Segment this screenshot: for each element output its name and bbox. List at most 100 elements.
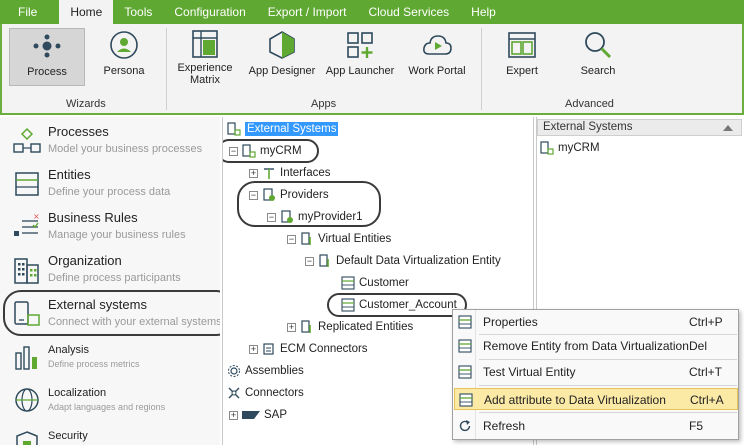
menu-separator (479, 385, 737, 386)
context-menu-remove-entity-shortcut: Del (689, 339, 708, 353)
nav-item-analysis-title: Analysis (48, 344, 89, 356)
right-panel-header[interactable]: External Systems (537, 119, 742, 136)
group-separator (166, 28, 167, 110)
tree-node-replicated-entities[interactable]: + Replicated Entities (287, 317, 413, 337)
nav-item-external-systems-title: External systems (48, 297, 147, 312)
properties-icon (457, 314, 473, 330)
nav-item-business-rules-subtitle: Manage your business rules (48, 229, 186, 241)
svg-text:×: × (33, 213, 40, 221)
tree-node-interfaces[interactable]: + Interfaces (249, 163, 331, 183)
app-designer-button[interactable]: App Designer (244, 28, 320, 86)
tree-node-interfaces-label: Interfaces (280, 167, 331, 179)
sap-logo-icon (242, 408, 260, 422)
menu-home[interactable]: Home (59, 0, 114, 24)
nav-item-processes-subtitle: Model your business processes (48, 143, 203, 155)
nav-item-external-systems[interactable]: External systems Connect with your exter… (0, 293, 220, 336)
virtual-entities-icon (300, 232, 314, 246)
context-menu-properties-label: Properties (483, 315, 538, 329)
nav-item-analysis[interactable]: Analysis Define process metrics (0, 336, 220, 379)
refresh-icon (457, 418, 473, 434)
search-label: Search (580, 65, 616, 77)
app-designer-label: App Designer (248, 65, 316, 77)
context-menu-remove-entity-label: Remove Entity from Data Virtualization (483, 339, 689, 353)
search-button[interactable]: Search (568, 28, 628, 86)
nav-item-security[interactable]: Security (0, 422, 220, 445)
menu-file[interactable]: File (0, 0, 59, 24)
tree-node-customer[interactable]: Customer (341, 273, 409, 293)
add-attribute-icon (458, 392, 474, 408)
work-portal-icon (420, 28, 454, 62)
context-menu-add-attribute[interactable]: Add attribute to Data Virtualization Ctr… (454, 388, 738, 410)
collapse-toggle[interactable]: − (305, 256, 314, 266)
tree-node-connectors-label: Connectors (245, 387, 304, 399)
nav-item-localization-title: Localization (48, 387, 107, 399)
list-item[interactable]: myCRM (540, 138, 600, 158)
expert-button[interactable]: Expert (490, 28, 554, 86)
collapse-toggle[interactable]: − (249, 190, 258, 200)
tree-node-replicated-entities-label: Replicated Entities (318, 321, 414, 333)
tree-node-providers[interactable]: − Providers (249, 185, 329, 205)
context-menu-test-virtual-entity-label: Test Virtual Entity (483, 365, 576, 379)
right-panel-header-label: External Systems (543, 121, 633, 133)
menu-export-import[interactable]: Export / Import (257, 0, 358, 24)
process-button[interactable]: Process (9, 28, 85, 86)
app-launcher-icon (343, 28, 377, 62)
tree-node-ecm-connectors[interactable]: + ECM Connectors (249, 339, 368, 359)
left-navigation: Processes Model your business processes … (0, 117, 220, 445)
context-menu-properties[interactable]: Properties Ctrl+P (454, 311, 738, 333)
menu-cloud-services[interactable]: Cloud Services (357, 0, 460, 24)
tree-node-default-dv-entity-label: Default Data Virtualization Entity (336, 255, 501, 267)
group-label-wizards: Wizards (66, 98, 106, 110)
context-menu-test-virtual-entity[interactable]: Test Virtual Entity Ctrl+T (454, 361, 738, 383)
tree-node-myprovider1[interactable]: − myProvider1 (267, 207, 363, 227)
expand-toggle[interactable]: + (249, 344, 258, 354)
nav-item-processes[interactable]: Processes Model your business processes (0, 120, 220, 163)
tree-node-sap[interactable]: + SAP (229, 405, 287, 425)
nav-item-organization-title: Organization (48, 253, 122, 268)
experience-matrix-button[interactable]: Experience Matrix (172, 28, 238, 86)
tree-node-mycrm-label: myCRM (260, 145, 302, 157)
tree-node-customer-label: Customer (359, 277, 409, 289)
menu-help[interactable]: Help (460, 0, 507, 24)
context-menu-add-attribute-shortcut: Ctrl+A (690, 393, 724, 407)
collapse-toggle[interactable]: − (267, 212, 276, 222)
tree-node-ecm-connectors-label: ECM Connectors (280, 343, 368, 355)
system-icon (242, 144, 256, 158)
context-menu-remove-entity[interactable]: Remove Entity from Data Virtualization D… (454, 335, 738, 357)
expert-label: Expert (506, 65, 538, 77)
expand-toggle[interactable]: + (287, 322, 296, 332)
tree-node-mycrm[interactable]: − myCRM (229, 141, 302, 161)
nav-item-business-rules[interactable]: × Business Rules Manage your business ru… (0, 206, 220, 249)
persona-button[interactable]: Persona (92, 28, 156, 86)
work-portal-button[interactable]: Work Portal (402, 28, 472, 86)
entity-icon (318, 254, 332, 268)
menu-tools[interactable]: Tools (113, 0, 163, 24)
ribbon: Process Persona Experience Matrix App De… (0, 24, 744, 115)
nav-item-organization[interactable]: Organization Define process participants (0, 249, 220, 292)
tree-node-myprovider1-label: myProvider1 (298, 211, 363, 223)
tree-node-assemblies[interactable]: Assemblies (227, 361, 304, 381)
ecm-icon (262, 342, 276, 356)
expand-toggle[interactable]: + (229, 410, 238, 420)
remove-entity-icon (457, 338, 473, 354)
tree-node-virtual-entities[interactable]: − Virtual Entities (287, 229, 391, 249)
tree-node-connectors[interactable]: Connectors (227, 383, 304, 403)
context-menu-refresh[interactable]: Refresh F5 (454, 415, 738, 437)
app-launcher-button[interactable]: App Launcher (322, 28, 398, 86)
experience-matrix-label-line1: Experience (177, 62, 233, 74)
tree-node-customer-account[interactable]: Customer_Account (341, 295, 457, 315)
nav-item-entities[interactable]: Entities Define your process data (0, 163, 220, 206)
collapse-toggle[interactable]: − (287, 234, 296, 244)
nav-item-entities-title: Entities (48, 167, 91, 182)
process-button-label: Process (27, 66, 67, 78)
tree-node-default-dv-entity[interactable]: − Default Data Virtualization Entity (305, 251, 501, 271)
collapse-toggle[interactable]: − (229, 146, 238, 156)
tree-node-external-systems[interactable]: External Systems (227, 119, 339, 139)
nav-item-localization[interactable]: Localization Adapt languages and regions (0, 379, 220, 422)
menu-configuration[interactable]: Configuration (163, 0, 256, 24)
expand-toggle[interactable]: + (249, 168, 258, 178)
interface-icon (262, 166, 276, 180)
tree-node-virtual-entities-label: Virtual Entities (318, 233, 392, 245)
group-label-apps: Apps (311, 98, 337, 110)
search-icon (581, 28, 615, 62)
